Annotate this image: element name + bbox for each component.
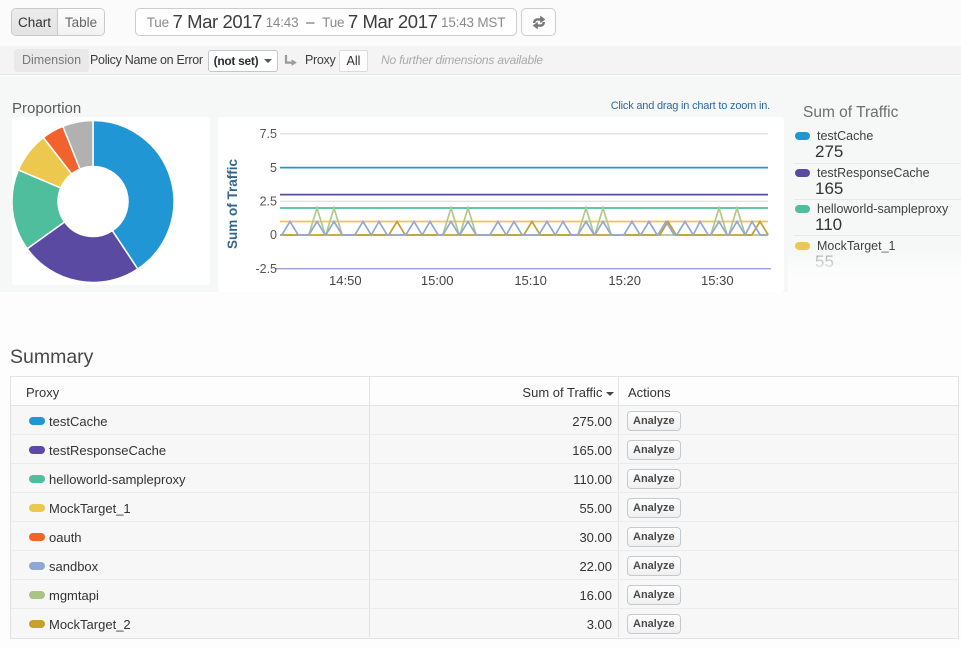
svg-text:5: 5 <box>270 161 277 175</box>
svg-text:7.5: 7.5 <box>260 127 277 141</box>
svg-text:14:50: 14:50 <box>329 273 362 288</box>
svg-text:-2.5: -2.5 <box>255 262 277 276</box>
svg-text:15:30: 15:30 <box>701 273 734 288</box>
svg-text:15:00: 15:00 <box>421 273 454 288</box>
svg-text:2.5: 2.5 <box>260 195 277 209</box>
svg-text:15:10: 15:10 <box>514 273 547 288</box>
svg-text:15:20: 15:20 <box>608 273 641 288</box>
svg-text:0: 0 <box>270 228 277 242</box>
